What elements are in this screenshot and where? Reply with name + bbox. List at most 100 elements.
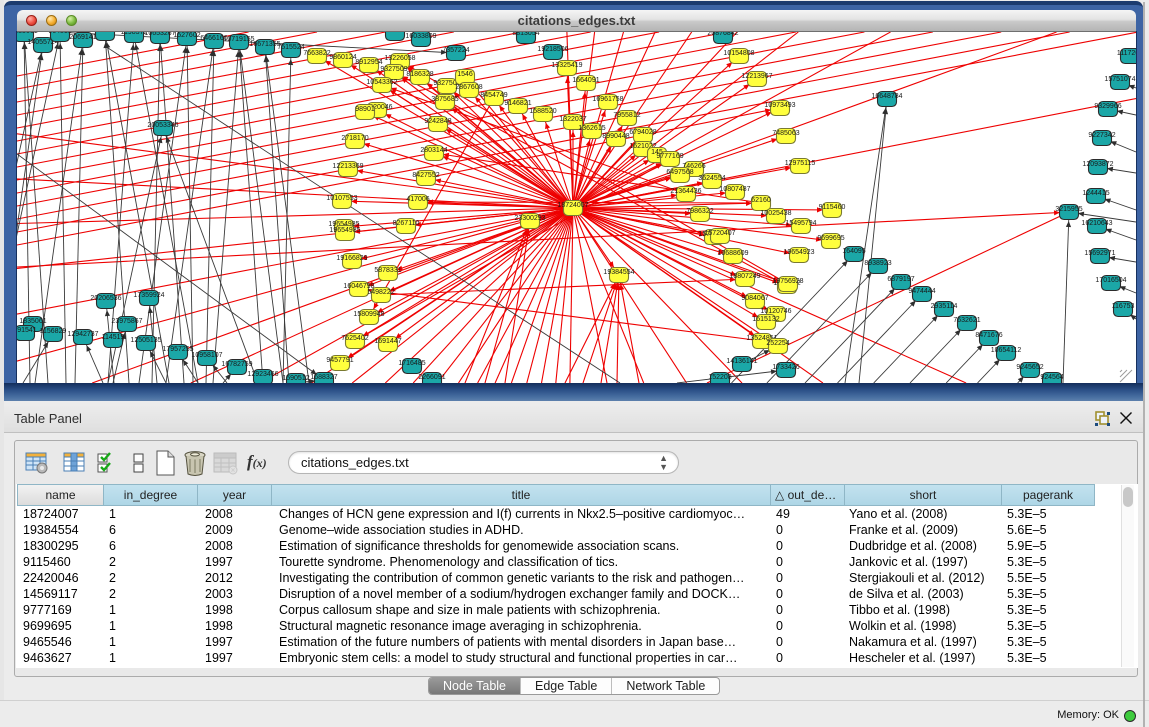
svg-text:14136141: 14136141 — [726, 358, 757, 365]
svg-text:16961758: 16961758 — [592, 96, 623, 103]
svg-text:9084067: 9084067 — [741, 295, 768, 302]
svg-text:2867608: 2867608 — [455, 84, 482, 91]
svg-text:18807249: 18807249 — [729, 273, 760, 280]
svg-text:8471676: 8471676 — [975, 332, 1002, 339]
svg-text:116753: 116753 — [1112, 303, 1135, 310]
svg-text:8454749: 8454749 — [480, 92, 507, 99]
svg-text:1688327: 1688327 — [310, 374, 337, 381]
svg-text:7515524: 7515524 — [277, 44, 304, 51]
svg-text:2803144: 2803144 — [420, 147, 447, 154]
svg-text:1733426: 1733426 — [772, 364, 799, 371]
svg-text:1104581: 1104581 — [92, 32, 119, 34]
svg-text:12093872: 12093872 — [1082, 161, 1113, 168]
svg-text:1716485: 1716485 — [398, 360, 425, 367]
svg-text:6879197: 6879197 — [887, 276, 914, 283]
svg-text:3624554: 3624554 — [698, 175, 725, 182]
svg-text:8186328: 8186328 — [406, 71, 433, 78]
svg-text:1527602: 1527602 — [173, 32, 200, 39]
svg-text:19756928: 19756928 — [772, 278, 803, 285]
svg-text:20053346: 20053346 — [147, 122, 178, 129]
svg-text:9227342: 9227342 — [1088, 132, 1115, 139]
svg-text:152208: 152208 — [708, 374, 731, 381]
svg-text:19654923: 19654923 — [783, 249, 814, 256]
svg-text:7663822: 7663822 — [303, 50, 330, 57]
svg-text:1362615: 1362615 — [578, 125, 605, 132]
svg-text:20876842: 20876842 — [707, 32, 738, 37]
svg-text:16033809: 16033809 — [405, 33, 436, 40]
svg-text:964518: 964518 — [48, 32, 71, 35]
svg-text:10154808: 10154808 — [723, 50, 754, 57]
svg-text:16210643: 16210643 — [1081, 220, 1112, 227]
svg-text:17359924: 17359924 — [133, 292, 164, 299]
svg-text:3215955: 3215955 — [1055, 206, 1082, 213]
svg-text:1691447: 1691447 — [374, 338, 401, 345]
svg-text:9146821: 9146821 — [504, 100, 531, 107]
svg-text:9777169: 9777169 — [656, 153, 683, 160]
svg-text:391541: 391541 — [17, 327, 37, 334]
svg-text:7357224: 7357224 — [442, 47, 469, 54]
svg-text:15809948: 15809948 — [353, 311, 384, 318]
svg-text:10107553: 10107553 — [326, 195, 357, 202]
svg-text:8912954: 8912954 — [355, 59, 382, 66]
svg-text:12975115: 12975115 — [785, 160, 816, 167]
svg-text:8938923: 8938923 — [864, 260, 891, 267]
svg-text:7632621: 7632621 — [953, 317, 980, 324]
svg-text:18724007: 18724007 — [557, 202, 588, 209]
svg-text:98901: 98901 — [355, 106, 375, 113]
svg-text:2718170: 2718170 — [341, 135, 368, 142]
svg-text:252254: 252254 — [766, 340, 789, 347]
svg-text:6497568: 6497568 — [666, 169, 693, 176]
svg-text:10958107: 10958107 — [191, 352, 222, 359]
svg-text:10025438: 10025438 — [760, 210, 791, 217]
svg-text:19166829: 19166829 — [336, 255, 367, 262]
svg-text:10973493: 10973493 — [764, 102, 795, 109]
svg-text:9115460: 9115460 — [819, 204, 846, 211]
svg-text:2069141: 2069141 — [69, 34, 96, 41]
svg-text:21364436: 21364436 — [670, 188, 701, 195]
svg-text:1156829: 1156829 — [40, 328, 67, 335]
svg-text:164095: 164095 — [842, 248, 865, 255]
svg-text:1835061: 1835061 — [17, 32, 38, 35]
svg-text:16648784: 16648784 — [871, 93, 902, 100]
svg-text:15495794: 15495794 — [785, 220, 816, 227]
svg-text:9474444: 9474444 — [908, 288, 935, 295]
svg-text:17016504: 17016504 — [1095, 277, 1126, 284]
svg-text:114519: 114519 — [102, 334, 125, 341]
svg-text:8267110: 8267110 — [393, 220, 420, 227]
svg-text:2266091: 2266091 — [418, 374, 445, 381]
svg-text:1546: 1546 — [457, 71, 473, 78]
svg-text:8813054: 8813054 — [512, 32, 539, 37]
svg-text:9245652: 9245652 — [1016, 364, 1043, 371]
svg-text:1835061: 1835061 — [19, 318, 46, 325]
svg-text:1322037: 1322037 — [559, 116, 586, 123]
svg-text:23300293: 23300293 — [514, 215, 545, 222]
svg-text:7955812: 7955812 — [613, 112, 640, 119]
svg-text:9242848: 9242848 — [424, 118, 451, 125]
svg-text:10654112: 10654112 — [991, 347, 1022, 354]
svg-text:19218506: 19218506 — [537, 46, 568, 53]
svg-text:10688609: 10688609 — [717, 250, 748, 257]
svg-text:5498222: 5498222 — [367, 289, 394, 296]
svg-text:62160: 62160 — [751, 197, 771, 204]
svg-text:12923466: 12923466 — [247, 371, 278, 378]
svg-text:2935114: 2935114 — [931, 303, 958, 310]
svg-text:19384554: 19384554 — [603, 269, 634, 276]
svg-text:9860124: 9860124 — [329, 54, 356, 61]
svg-text:3875685: 3875685 — [431, 96, 458, 103]
svg-text:6794028: 6794028 — [629, 129, 656, 136]
svg-text:8427552: 8427552 — [412, 172, 439, 179]
svg-text:15692971: 15692971 — [1084, 250, 1115, 257]
svg-text:1664091: 1664091 — [572, 77, 599, 84]
svg-text:924564: 924564 — [1040, 374, 1063, 381]
svg-text:7625402: 7625402 — [341, 335, 368, 342]
svg-text:10543362: 10543362 — [366, 79, 397, 86]
svg-text:8990448: 8990448 — [602, 133, 629, 140]
svg-text:9457791: 9457791 — [326, 357, 353, 364]
svg-text:7986322: 7986322 — [686, 208, 713, 215]
svg-text:13226058: 13226058 — [384, 55, 415, 62]
svg-text:9699695: 9699695 — [817, 235, 844, 242]
svg-text:12213967: 12213967 — [741, 73, 772, 80]
svg-text:5878331: 5878331 — [374, 267, 401, 274]
svg-text:12213369: 12213369 — [332, 163, 363, 170]
svg-text:417006: 417006 — [406, 196, 429, 203]
